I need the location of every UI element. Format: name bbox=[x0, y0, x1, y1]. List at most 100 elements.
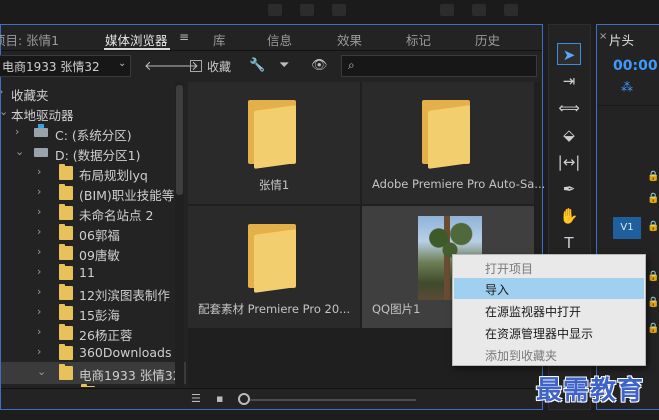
tree-item-folder[interactable]: › 张情 bbox=[1, 382, 186, 387]
chevron-right-icon[interactable]: › bbox=[37, 345, 41, 358]
tree-item-folder[interactable]: › 26杨正蓉 bbox=[1, 322, 186, 344]
tab-effects[interactable]: 效果 bbox=[337, 30, 362, 49]
lock-icon[interactable]: 🔒 bbox=[647, 193, 659, 204]
tree-item-folder[interactable]: › 09唐敏 bbox=[1, 242, 186, 264]
search-input[interactable]: ⌕ bbox=[341, 55, 537, 77]
tab-history[interactable]: 历史 bbox=[475, 30, 500, 49]
ghost-icon bbox=[504, 4, 518, 16]
chevron-right-icon[interactable]: › bbox=[37, 325, 41, 338]
menu-item-reveal-in-explorer[interactable]: 在资源管理器中显示 bbox=[454, 322, 644, 343]
chevron-down-icon[interactable]: ⌄ bbox=[1, 105, 8, 118]
tree-item-local-drives[interactable]: ⌄ 本地驱动器 bbox=[1, 102, 186, 124]
track-select-tool-icon[interactable]: ⇥ bbox=[557, 70, 581, 92]
selection-tool-icon[interactable]: ➤ bbox=[557, 43, 581, 65]
folder-icon bbox=[248, 100, 296, 169]
menu-item-open-project: 打开项目 bbox=[485, 262, 534, 276]
chevron-right-icon[interactable]: › bbox=[37, 165, 41, 178]
tree-item-folder[interactable]: › 11 bbox=[1, 262, 186, 284]
lock-icon[interactable]: 🔒 bbox=[647, 171, 659, 182]
folder-icon bbox=[59, 244, 73, 260]
close-icon[interactable]: × bbox=[599, 31, 607, 42]
folder-icon bbox=[59, 324, 73, 340]
tree-item-folder[interactable]: › 06郭福 bbox=[1, 222, 186, 244]
tab-info[interactable]: 信息 bbox=[267, 30, 292, 49]
chevron-right-icon[interactable]: › bbox=[37, 265, 41, 278]
drive-select[interactable]: 电商1933 张情32 bbox=[0, 55, 131, 77]
favorites-checkbox[interactable] bbox=[190, 60, 202, 72]
lock-icon[interactable]: 🔒 bbox=[647, 323, 659, 334]
tree-item-drive-d[interactable]: ⌄ D: (数据分区1) bbox=[1, 142, 186, 164]
tree-scrollbar-thumb[interactable] bbox=[176, 85, 183, 195]
folder-icon bbox=[422, 100, 470, 169]
track-target-v1[interactable]: V1 bbox=[613, 217, 641, 239]
list-view-icon[interactable]: ☰ bbox=[191, 392, 201, 405]
media-tile-folder[interactable]: Adobe Premiere Pro Auto-Sa... bbox=[362, 82, 544, 204]
media-tile-label: 配套素材 Premiere Pro 20... bbox=[198, 302, 351, 316]
icon-view-icon[interactable]: ▪ bbox=[216, 392, 223, 405]
chevron-right-icon[interactable]: › bbox=[1, 85, 3, 98]
ripple-edit-tool-icon[interactable]: ⟺ bbox=[557, 97, 581, 119]
tab-markers[interactable]: 标记 bbox=[406, 30, 431, 49]
chevron-right-icon[interactable]: › bbox=[59, 385, 63, 387]
tree-item-drive-c[interactable]: › C: (系统分区) bbox=[1, 122, 186, 144]
chevron-right-icon[interactable]: › bbox=[37, 225, 41, 238]
zoom-slider-handle[interactable] bbox=[238, 393, 250, 405]
tree-item-folder[interactable]: › 未命名站点 2 bbox=[1, 202, 186, 224]
chevron-right-icon[interactable]: › bbox=[37, 205, 41, 218]
tree-item-label: 360Downloads bbox=[79, 345, 172, 360]
tree-item-folder[interactable]: › (BIM)职业技能等 bbox=[1, 182, 186, 204]
ghost-icon bbox=[440, 4, 454, 16]
media-tile-label: Adobe Premiere Pro Auto-Sa... bbox=[372, 177, 544, 191]
tree-item-label: 张情 bbox=[101, 385, 126, 387]
windows-drive-icon bbox=[34, 124, 48, 137]
chevron-down-icon[interactable]: ⌄ bbox=[118, 58, 126, 69]
tree-item-folder[interactable]: › 15彭海 bbox=[1, 302, 186, 324]
chevron-down-icon[interactable]: ⌄ bbox=[15, 145, 24, 158]
favorites-label: 收藏 bbox=[207, 60, 232, 74]
tab-media-browser[interactable]: 媒体浏览器 bbox=[105, 30, 168, 49]
media-tile-folder[interactable]: 张情1 bbox=[188, 82, 360, 204]
chevron-down-icon[interactable]: ⌄ bbox=[37, 365, 46, 378]
timecode-display[interactable]: 00:00 bbox=[613, 58, 658, 74]
panel-menu-icon[interactable]: ≡ bbox=[179, 30, 189, 44]
folder-icon bbox=[59, 344, 73, 360]
wrench-icon[interactable]: 🔧 bbox=[249, 58, 265, 73]
zoom-slider-track[interactable] bbox=[246, 399, 416, 401]
tab-libraries[interactable]: 库 bbox=[213, 30, 226, 49]
chevron-right-icon[interactable]: › bbox=[37, 185, 41, 198]
tree-item-folder[interactable]: › 360Downloads bbox=[1, 342, 186, 364]
tree-item-folder[interactable]: › 12刘滨图表制作 bbox=[1, 282, 186, 304]
menu-item-import[interactable]: 导入 bbox=[454, 278, 644, 299]
search-icon: ⌕ bbox=[348, 58, 355, 72]
chevron-right-icon[interactable]: › bbox=[37, 285, 41, 298]
type-tool-icon[interactable]: T bbox=[557, 232, 581, 254]
lock-icon[interactable]: 🔒 bbox=[647, 221, 659, 232]
lock-icon[interactable]: 🔒 bbox=[647, 271, 659, 282]
chevron-right-icon[interactable]: › bbox=[37, 245, 41, 258]
tree-item-label: 11 bbox=[79, 265, 95, 280]
pen-tool-icon[interactable]: ✒ bbox=[557, 178, 581, 200]
eye-icon[interactable]: 👁 bbox=[311, 58, 328, 73]
hand-tool-icon[interactable]: ✋ bbox=[557, 205, 581, 227]
browser-bottom-bar: ☰ ▪ bbox=[1, 388, 542, 409]
tree-item-selected-folder[interactable]: ⌄ 电商1933 张情32 bbox=[1, 362, 186, 384]
menu-item-open-in-source-monitor[interactable]: 在源监视器中打开 bbox=[454, 300, 644, 321]
filter-icon[interactable]: ⏷ bbox=[279, 58, 289, 73]
watermark-logo: 最需教育 bbox=[536, 376, 645, 406]
tab-project[interactable]: 项目: 张情1 bbox=[0, 30, 59, 49]
top-strip bbox=[0, 0, 659, 24]
ghost-icon bbox=[332, 4, 346, 16]
snap-icon[interactable]: ⁂ bbox=[621, 80, 633, 94]
tree-item-folder[interactable]: › 布局规划lyq bbox=[1, 162, 186, 184]
slip-tool-icon[interactable]: |↔| bbox=[557, 151, 581, 173]
context-menu: 打开项目 导入 在源监视器中打开 在资源管理器中显示 添加到收藏夹 bbox=[452, 254, 646, 366]
timeline-sequence-tab[interactable]: 片头 bbox=[609, 30, 634, 49]
track-divider bbox=[597, 105, 659, 106]
lock-icon[interactable]: 🔒 bbox=[647, 297, 659, 308]
media-tile-folder[interactable]: 配套素材 Premiere Pro 20... bbox=[188, 206, 360, 328]
tree-item-favorites[interactable]: › 收藏夹 bbox=[1, 82, 186, 104]
razor-tool-icon[interactable]: ⬙ bbox=[557, 124, 581, 146]
chevron-right-icon[interactable]: › bbox=[37, 305, 41, 318]
chevron-right-icon[interactable]: › bbox=[15, 125, 19, 138]
browser-toolbar: 电商1933 张情32 ⌄ 🡐 🡒 收藏 🔧 ⏷ 👁 ⌕ bbox=[0, 52, 542, 82]
